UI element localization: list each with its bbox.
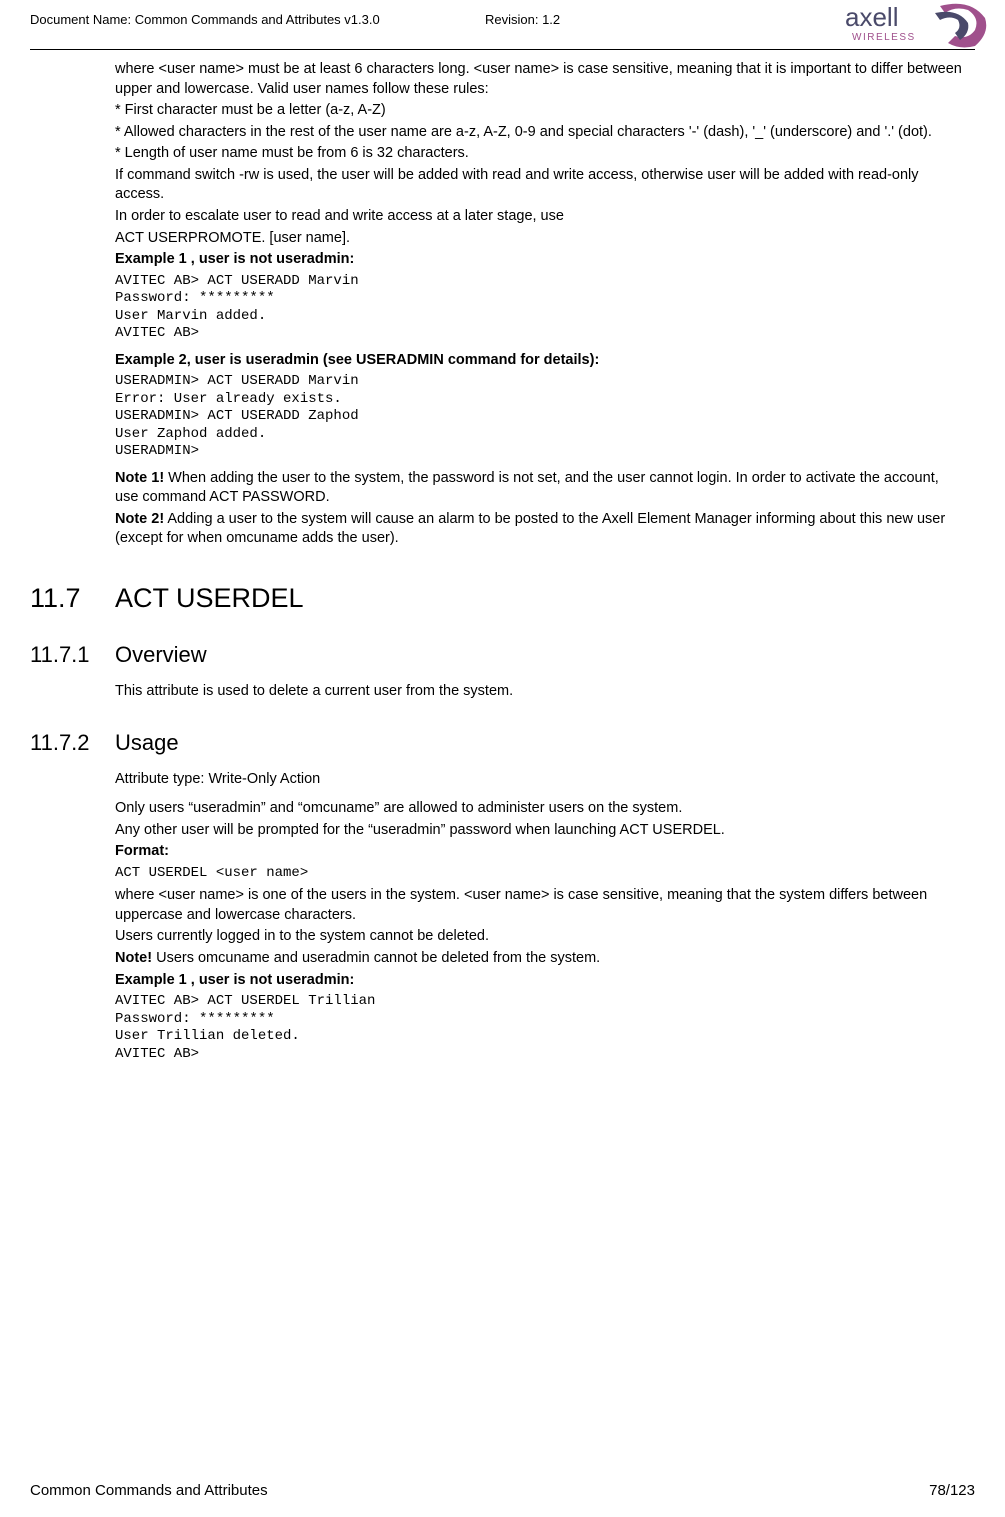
section-number: 11.7 <box>30 583 115 614</box>
note-label: Note 1! <box>115 470 164 486</box>
note-text: When adding the user to the system, the … <box>115 470 939 506</box>
rule-item: * Length of user name must be from 6 is … <box>115 144 965 164</box>
logo-text: axell <box>845 2 898 32</box>
axell-logo: axell WIRELESS <box>840 0 995 53</box>
paragraph: If command switch -rw is used, the user … <box>115 166 965 205</box>
logo-swoosh-inner-icon <box>935 12 968 40</box>
subsection-number: 11.7.2 <box>30 730 115 756</box>
subsection-body: This attribute is used to delete a curre… <box>30 682 975 702</box>
paragraph: where <user name> is one of the users in… <box>115 886 965 925</box>
example-title: Example 1 , user is not useradmin: <box>115 250 965 270</box>
note-label: Note! <box>115 950 152 966</box>
example-title: Example 2, user is useradmin (see USERAD… <box>115 351 965 371</box>
rule-item: * First character must be a letter (a-z,… <box>115 101 965 121</box>
paragraph: This attribute is used to delete a curre… <box>115 682 965 702</box>
note: Note 2! Adding a user to the system will… <box>115 510 965 549</box>
subsection-title: Usage <box>115 730 179 756</box>
paragraph: Users currently logged in to the system … <box>115 927 965 947</box>
paragraph: In order to escalate user to read and wr… <box>115 207 965 227</box>
note: Note! Users omcuname and useradmin canno… <box>115 949 965 969</box>
example-title: Example 1 , user is not useradmin: <box>115 971 965 991</box>
subsection-body: Attribute type: Write-Only Action Only u… <box>30 770 975 1064</box>
subsection-title: Overview <box>115 642 207 668</box>
page-body: where <user name> must be at least 6 cha… <box>30 60 975 549</box>
note-text: Users omcuname and useradmin cannot be d… <box>152 950 600 966</box>
code-block: ACT USERDEL <user name> <box>115 865 965 883</box>
doc-name: Document Name: Common Commands and Attri… <box>30 12 380 27</box>
note: Note 1! When adding the user to the syst… <box>115 469 965 508</box>
code-block: AVITEC AB> ACT USERDEL Trillian Password… <box>115 993 965 1063</box>
page-number: 78/123 <box>929 1482 975 1499</box>
paragraph: Attribute type: Write-Only Action <box>115 770 965 790</box>
logo-subtext: WIRELESS <box>852 32 916 43</box>
footer-title: Common Commands and Attributes <box>30 1482 268 1499</box>
paragraph: Only users “useradmin” and “omcuname” ar… <box>115 799 965 819</box>
note-label: Note 2! <box>115 511 164 527</box>
page-footer: Common Commands and Attributes 78/123 <box>30 1482 975 1499</box>
page-header: Document Name: Common Commands and Attri… <box>30 0 975 50</box>
code-block: USERADMIN> ACT USERADD Marvin Error: Use… <box>115 373 965 461</box>
rule-item: * Allowed characters in the rest of the … <box>115 123 965 143</box>
paragraph: ACT USERPROMOTE. [user name]. <box>115 229 965 249</box>
format-label: Format: <box>115 842 965 862</box>
subsection-heading: 11.7.1 Overview <box>30 642 975 668</box>
paragraph: where <user name> must be at least 6 cha… <box>115 60 965 99</box>
section-heading: 11.7 ACT USERDEL <box>30 583 975 614</box>
subsection-heading: 11.7.2 Usage <box>30 730 975 756</box>
code-block: AVITEC AB> ACT USERADD Marvin Password: … <box>115 273 965 343</box>
paragraph: Any other user will be prompted for the … <box>115 821 965 841</box>
revision: Revision: 1.2 <box>485 12 560 27</box>
section-title: ACT USERDEL <box>115 583 304 614</box>
subsection-number: 11.7.1 <box>30 642 115 668</box>
note-text: Adding a user to the system will cause a… <box>115 511 945 547</box>
